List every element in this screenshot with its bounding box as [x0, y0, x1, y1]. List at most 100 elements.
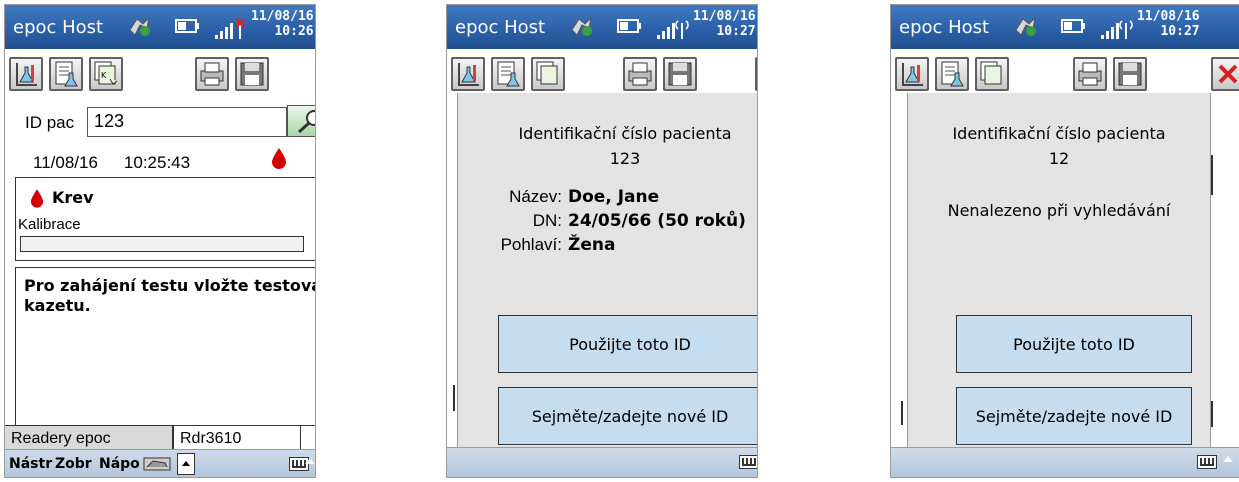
- device-screen-patient-found: epoc Host 11/08/16 10:27 Identifikační č…: [446, 4, 758, 478]
- qc-tool-button[interactable]: [531, 57, 565, 91]
- input-panel-icon[interactable]: [143, 455, 173, 473]
- device-screen-reader: epoc Host 11/08/16 10:26 K ID pac 123 11…: [4, 4, 316, 478]
- title-bar: epoc Host 11/08/16 10:26: [5, 5, 315, 49]
- keyboard-icon[interactable]: [739, 455, 757, 469]
- sip-arrow-icon[interactable]: [305, 458, 315, 464]
- menu-tools[interactable]: Nástr: [9, 456, 52, 472]
- floppy-disk-icon: [668, 62, 692, 86]
- keyboard-icon[interactable]: [1197, 455, 1217, 469]
- not-found-message: Nenalezeno při vyhledávání: [947, 201, 1171, 220]
- report-tool-button[interactable]: [935, 57, 969, 91]
- sync-icon[interactable]: [569, 16, 595, 38]
- qc-documents-icon: K: [94, 61, 118, 85]
- dob-label: DN:: [532, 211, 562, 230]
- search-button[interactable]: [287, 105, 315, 137]
- save-button[interactable]: [1113, 57, 1147, 91]
- clock-date: 11/08/16: [693, 9, 756, 24]
- clock[interactable]: 11/08/16 10:27: [1137, 9, 1200, 39]
- test-tool-button[interactable]: [895, 57, 929, 91]
- title-bar: epoc Host 11/08/16 10:27: [891, 5, 1239, 49]
- close-button[interactable]: [755, 57, 758, 91]
- clock-time: 10:27: [716, 24, 756, 39]
- qc-tool-button[interactable]: K: [89, 57, 123, 91]
- divider: [453, 385, 455, 411]
- dialog-patient-id: 12: [1048, 149, 1070, 168]
- dialog-title: Identifikační číslo pacienta: [952, 124, 1166, 143]
- qc-documents-icon: [536, 61, 558, 85]
- device-screen-patient-not-found: epoc Host 11/08/16 10:27 Identifikační č…: [890, 4, 1239, 478]
- flask-icon: [458, 63, 479, 86]
- floppy-disk-icon: [1118, 62, 1142, 86]
- use-this-id-button[interactable]: Použijte toto ID: [498, 315, 757, 373]
- name-value: Doe, Jane: [568, 187, 660, 207]
- svg-text:K: K: [101, 71, 107, 80]
- gender-value: Žena: [568, 235, 616, 255]
- dialog-patient-id: 123: [609, 149, 641, 168]
- report-tool-button[interactable]: [491, 57, 525, 91]
- rescan-id-button[interactable]: Sejměte/zadejte nové ID: [956, 387, 1192, 445]
- menu-bar: Nástr Zobr Nápo: [5, 449, 315, 477]
- save-button[interactable]: [663, 57, 697, 91]
- patient-id-dialog: Identifikační číslo pacienta 123 Název: D…: [457, 93, 757, 453]
- close-icon: [1218, 64, 1238, 84]
- rescan-id-button[interactable]: Sejměte/zadejte nové ID: [498, 387, 757, 445]
- sync-icon[interactable]: [127, 16, 153, 38]
- title-bar: epoc Host 11/08/16 10:27: [447, 5, 757, 49]
- instruction-message: Pro zahájení testu vložte testovací kaze…: [15, 267, 315, 427]
- clock-date: 11/08/16: [251, 9, 314, 24]
- gender-label: Pohlaví:: [500, 235, 562, 254]
- divider: [901, 401, 903, 425]
- signal-antenna-icon[interactable]: [655, 15, 691, 41]
- signal-strength-icon[interactable]: [213, 15, 249, 41]
- blood-drop-icon[interactable]: [271, 147, 287, 169]
- print-button[interactable]: [195, 57, 229, 91]
- print-button[interactable]: [623, 57, 657, 91]
- qc-documents-icon: [980, 61, 1002, 85]
- sip-arrow-icon[interactable]: [1223, 456, 1233, 462]
- clock[interactable]: 11/08/16 10:26: [251, 9, 314, 39]
- app-title: epoc Host: [455, 16, 546, 38]
- signal-antenna-icon[interactable]: [1099, 15, 1135, 41]
- use-this-id-button[interactable]: Použijte toto ID: [956, 315, 1192, 373]
- report-tool-button[interactable]: [49, 57, 83, 91]
- test-tool-button[interactable]: [9, 57, 43, 91]
- report-icon: [55, 61, 78, 87]
- patient-id-input[interactable]: 123: [87, 107, 287, 137]
- print-button[interactable]: [1073, 57, 1107, 91]
- close-button[interactable]: [1211, 57, 1239, 91]
- sync-icon[interactable]: [1013, 16, 1039, 38]
- divider: [1211, 155, 1213, 195]
- toolbar: K: [5, 49, 315, 101]
- report-icon: [497, 61, 520, 87]
- dob-value: 24/05/66 (50 roků): [568, 211, 746, 231]
- patient-id-dialog: Identifikační číslo pacienta 12 Nenaleze…: [907, 93, 1211, 453]
- clock-date: 11/08/16: [1137, 9, 1200, 24]
- menu-help[interactable]: Nápo: [99, 456, 140, 472]
- menu-view[interactable]: Zobr: [55, 456, 92, 472]
- test-datetime: 11/08/16 10:25:43: [33, 153, 216, 173]
- qc-tool-button[interactable]: [975, 57, 1009, 91]
- battery-icon[interactable]: [617, 19, 643, 33]
- dialog-title: Identifikační číslo pacienta: [518, 124, 732, 143]
- blood-drop-icon: [30, 189, 44, 208]
- clock-time: 10:26: [274, 24, 314, 39]
- flask-icon: [902, 63, 923, 86]
- input-menu-button[interactable]: [177, 453, 195, 475]
- patient-info: Název: Doe, Jane DN: 24/05/66 (50 roků) Po…: [480, 185, 746, 257]
- app-title: epoc Host: [899, 16, 990, 38]
- calibration-progress-bar: [20, 236, 304, 252]
- printer-icon: [200, 62, 224, 86]
- menu-bar: [447, 447, 757, 477]
- test-tool-button[interactable]: [451, 57, 485, 91]
- divider: [1211, 401, 1213, 427]
- test-time: 10:25:43: [123, 153, 191, 172]
- battery-icon[interactable]: [175, 19, 201, 33]
- battery-icon[interactable]: [1061, 19, 1087, 33]
- status-label: Kalibrace: [18, 216, 81, 233]
- flask-icon: [16, 63, 37, 86]
- app-title: epoc Host: [13, 16, 104, 38]
- save-button[interactable]: [235, 57, 269, 91]
- printer-icon: [628, 62, 652, 86]
- clock[interactable]: 11/08/16 10:27: [693, 9, 756, 39]
- close-icon: [757, 59, 758, 89]
